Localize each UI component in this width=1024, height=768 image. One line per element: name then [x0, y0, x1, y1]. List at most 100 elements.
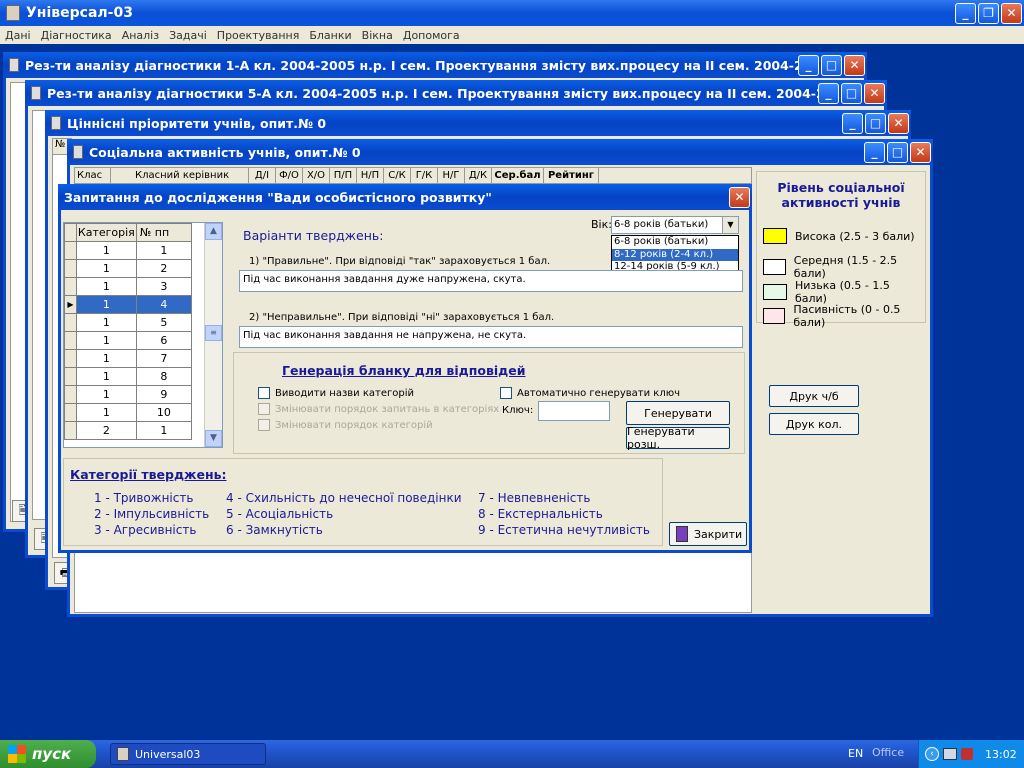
tray-arrow-icon[interactable]: ‹ — [925, 747, 939, 761]
close-icon[interactable]: ✕ — [864, 82, 885, 104]
checkbox-auto-key[interactable]: Автоматично генерувати ключ — [500, 387, 680, 399]
grid-cell-category[interactable]: 2 — [75, 421, 137, 440]
table-row[interactable]: 21 — [64, 421, 193, 440]
grid-header-number[interactable]: № пп — [135, 223, 193, 242]
grid-cell-number[interactable]: 5 — [135, 313, 193, 332]
grid-row-indicator[interactable] — [64, 277, 77, 296]
col-avg[interactable]: Сер.бал — [492, 168, 544, 183]
grid-scrollbar[interactable]: ▲ ≡ ▼ — [204, 223, 222, 447]
checkbox-box[interactable] — [258, 387, 270, 399]
grid-cell-category[interactable]: 1 — [75, 295, 137, 314]
statement-1-field[interactable]: Під час виконання завдання дуже напружен… — [239, 270, 743, 292]
grid-cell-number[interactable]: 1 — [135, 421, 193, 440]
grid-row-indicator[interactable] — [64, 313, 77, 332]
minimize-icon[interactable]: _ — [842, 112, 863, 134]
print-bw-button[interactable]: Друк ч/б — [769, 385, 859, 407]
grid-cell-category[interactable]: 1 — [75, 277, 137, 296]
maximize-icon[interactable]: □ — [887, 141, 908, 163]
minimize-icon[interactable]: _ — [818, 82, 839, 104]
col-pp[interactable]: П/П — [330, 168, 357, 183]
table-row[interactable]: ▶ 1 4 — [64, 295, 193, 314]
close-icon[interactable]: ✕ — [910, 141, 931, 163]
grid-header-category[interactable]: Категорія — [75, 223, 137, 242]
col-rating[interactable]: Рейтинг — [544, 168, 599, 183]
table-row[interactable]: 12 — [64, 259, 193, 278]
col-teacher[interactable]: Класний керівник — [111, 168, 249, 183]
statement-2-field[interactable]: Під час виконання завдання не напружена,… — [239, 326, 743, 348]
generate-button[interactable]: Генерувати — [626, 401, 730, 425]
table-row[interactable]: 11 — [64, 241, 193, 260]
grid-row-indicator[interactable] — [64, 385, 77, 404]
clock[interactable]: 13:02 — [985, 748, 1017, 761]
scroll-up-icon[interactable]: ▲ — [205, 223, 222, 240]
grid-cell-number[interactable]: 2 — [135, 259, 193, 278]
table-row[interactable]: 1 10 — [64, 403, 193, 422]
grid-cell-number[interactable]: 8 — [135, 367, 193, 386]
col-fo[interactable]: Ф/О — [276, 168, 303, 183]
grid-cell-number[interactable]: 6 — [135, 331, 193, 350]
checkbox-box[interactable] — [500, 387, 512, 399]
table-row[interactable]: 13 — [64, 277, 193, 296]
grid-cell-number[interactable]: 7 — [135, 349, 193, 368]
grid-cell-category[interactable]: 1 — [75, 349, 137, 368]
table-row[interactable]: 19 — [64, 385, 193, 404]
office-toolbar[interactable]: Office — [872, 746, 904, 759]
age-select[interactable]: 6-8 років (батьки) ▼ — [611, 216, 739, 234]
menu-design[interactable]: Проектування — [217, 29, 300, 42]
grid-cell-number[interactable]: 10 — [135, 403, 193, 422]
key-input[interactable] — [538, 401, 610, 421]
table-row[interactable]: 18 — [64, 367, 193, 386]
checkbox-category-names[interactable]: Виводити назви категорій — [258, 387, 414, 399]
grid-cell-category[interactable]: 1 — [75, 259, 137, 278]
minimize-icon[interactable]: _ — [798, 54, 819, 76]
menu-help[interactable]: Допомога — [403, 29, 460, 42]
table-row[interactable]: 15 — [64, 313, 193, 332]
grid-row-indicator[interactable] — [64, 403, 77, 422]
close-button[interactable]: Закрити — [669, 522, 747, 546]
menu-windows[interactable]: Вікна — [362, 29, 393, 42]
security-icon[interactable] — [961, 748, 973, 760]
maximize-icon[interactable]: □ — [841, 82, 862, 104]
col-ng[interactable]: Н/Г — [438, 168, 465, 183]
grid-row-indicator[interactable] — [64, 349, 77, 368]
scroll-down-icon[interactable]: ▼ — [205, 430, 222, 447]
age-option[interactable]: 6-8 років (батьки) — [612, 236, 738, 249]
grid-row-indicator[interactable] — [64, 331, 77, 350]
table-row[interactable]: 16 — [64, 331, 193, 350]
grid-cell-category[interactable]: 1 — [75, 367, 137, 386]
grid-row-indicator[interactable] — [64, 421, 77, 440]
maximize-icon[interactable]: □ — [865, 112, 886, 134]
grid-cell-category[interactable]: 1 — [75, 385, 137, 404]
network-icon[interactable] — [943, 748, 957, 760]
close-icon[interactable]: ✕ — [888, 112, 909, 134]
maximize-icon[interactable]: □ — [821, 54, 842, 76]
close-icon[interactable]: ✕ — [729, 186, 750, 208]
grid-cell-number[interactable]: 9 — [135, 385, 193, 404]
start-button[interactable]: пуск — [0, 740, 96, 768]
menu-analysis[interactable]: Аналіз — [122, 29, 159, 42]
grid-cell-number[interactable]: 4 — [135, 295, 193, 314]
grid-cell-number[interactable]: 1 — [135, 241, 193, 260]
menu-tasks[interactable]: Задачі — [169, 29, 207, 42]
print-color-button[interactable]: Друк кол. — [769, 413, 859, 435]
minimize-icon[interactable]: _ — [955, 2, 976, 24]
col-di[interactable]: Д/І — [249, 168, 276, 183]
col-sk[interactable]: С/К — [384, 168, 411, 183]
table-row[interactable]: 17 — [64, 349, 193, 368]
chevron-down-icon[interactable]: ▼ — [722, 217, 738, 233]
grid-cell-category[interactable]: 1 — [75, 331, 137, 350]
close-icon[interactable]: ✕ — [844, 54, 865, 76]
grid-cell-category[interactable]: 1 — [75, 313, 137, 332]
minimize-icon[interactable]: _ — [864, 141, 885, 163]
generate-extended-button[interactable]: Генерувати розш. — [626, 425, 730, 451]
col-ho[interactable]: Х/О — [303, 168, 330, 183]
col-dk[interactable]: Д/К — [465, 168, 492, 183]
taskbar-app-button[interactable]: Universal03 — [110, 743, 266, 765]
age-option[interactable]: 8-12 років (2-4 кл.) — [612, 248, 738, 261]
restore-icon[interactable]: ❐ — [978, 2, 999, 24]
col-gk[interactable]: Г/К — [411, 168, 438, 183]
grid-cell-category[interactable]: 1 — [75, 241, 137, 260]
language-indicator[interactable]: EN — [848, 747, 863, 760]
grid-row-indicator[interactable]: ▶ — [64, 295, 77, 314]
grid-cell-category[interactable]: 1 — [75, 403, 137, 422]
